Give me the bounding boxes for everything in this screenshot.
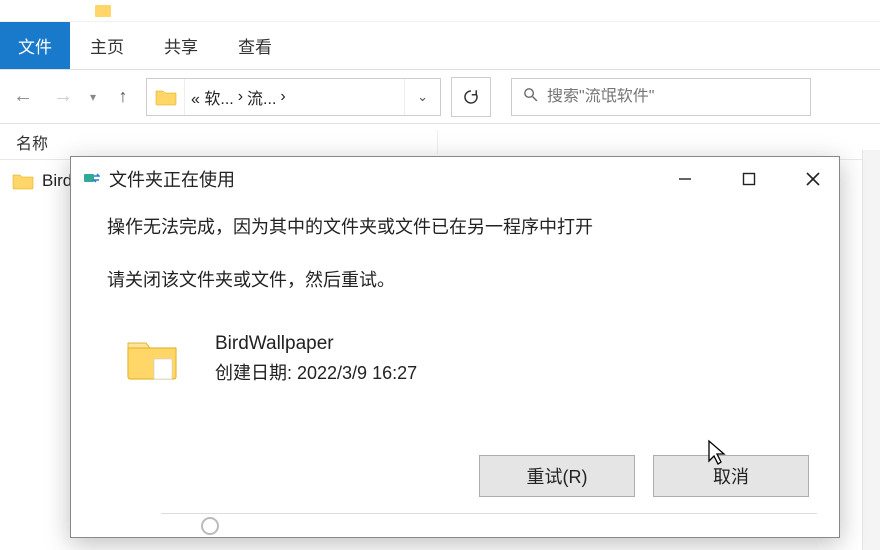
dialog-message-1: 操作无法完成，因为其中的文件夹或文件已在另一程序中打开 — [107, 213, 803, 242]
dialog-expand-row[interactable] — [161, 513, 817, 537]
dialog-title: 文件夹正在使用 — [109, 166, 669, 192]
nav-forward-button[interactable]: → — [50, 84, 76, 110]
search-box[interactable] — [511, 78, 811, 116]
dialog-item-created: 创建日期: 2022/3/9 16:27 — [215, 359, 417, 385]
ribbon-tab-home[interactable]: 主页 — [70, 22, 144, 69]
ribbon-tab-file[interactable]: 文件 — [0, 22, 70, 69]
breadcrumb-sep: › — [238, 88, 243, 106]
breadcrumb-part[interactable]: « 软... — [191, 85, 234, 109]
dialog-file-info: BirdWallpaper 创建日期: 2022/3/9 16:27 — [117, 319, 803, 399]
dialog-message-2: 请关闭该文件夹或文件，然后重试。 — [107, 266, 803, 295]
search-input[interactable] — [547, 88, 800, 106]
refresh-button[interactable] — [451, 77, 491, 117]
dialog-button-row: 重试(R) 取消 — [479, 455, 809, 497]
address-dropdown-button[interactable]: ⌄ — [404, 79, 440, 115]
address-folder-icon — [147, 79, 185, 115]
close-button[interactable] — [797, 163, 829, 195]
maximize-button[interactable] — [733, 163, 765, 195]
dialog-body: 操作无法完成，因为其中的文件夹或文件已在另一程序中打开 请关闭该文件夹或文件，然… — [71, 201, 839, 399]
cancel-button[interactable]: 取消 — [653, 455, 809, 497]
column-header-name[interactable]: 名称 — [8, 130, 438, 154]
minimize-button[interactable] — [669, 163, 701, 195]
search-icon — [522, 86, 539, 108]
dialog-titlebar: 文件夹正在使用 — [71, 157, 839, 201]
breadcrumb-sep: › — [280, 88, 285, 106]
nav-row: ← → ▾ ↑ « 软... › 流... › ⌄ — [0, 70, 880, 124]
breadcrumb[interactable]: « 软... › 流... › — [185, 85, 404, 109]
refresh-icon — [462, 88, 480, 106]
ribbon-tabs: 文件 主页 共享 查看 — [0, 22, 880, 70]
nav-back-button[interactable]: ← — [10, 84, 36, 110]
quick-access-icon — [95, 5, 111, 17]
ribbon-tab-share[interactable]: 共享 — [144, 22, 218, 69]
file-name: Bird — [42, 171, 72, 191]
retry-button[interactable]: 重试(R) — [479, 455, 635, 497]
column-header-row: 名称 — [0, 124, 880, 160]
folder-icon — [12, 172, 34, 190]
window-titlebar — [0, 0, 880, 22]
chevron-down-icon — [201, 517, 219, 535]
ribbon-tab-view[interactable]: 查看 — [218, 22, 292, 69]
nav-up-button[interactable]: ↑ — [110, 84, 136, 110]
nav-history-dropdown[interactable]: ▾ — [90, 90, 96, 104]
breadcrumb-part[interactable]: 流... — [247, 85, 276, 109]
folder-large-icon — [117, 319, 187, 399]
dialog-item-name: BirdWallpaper — [215, 333, 417, 355]
folder-in-use-dialog: 文件夹正在使用 操作无法完成，因为其中的文件夹或文件已在另一程序中打开 请关闭该… — [70, 156, 840, 538]
address-bar[interactable]: « 软... › 流... › ⌄ — [146, 78, 441, 116]
dialog-title-icon — [81, 169, 101, 189]
scrollbar-gutter[interactable] — [862, 150, 880, 550]
